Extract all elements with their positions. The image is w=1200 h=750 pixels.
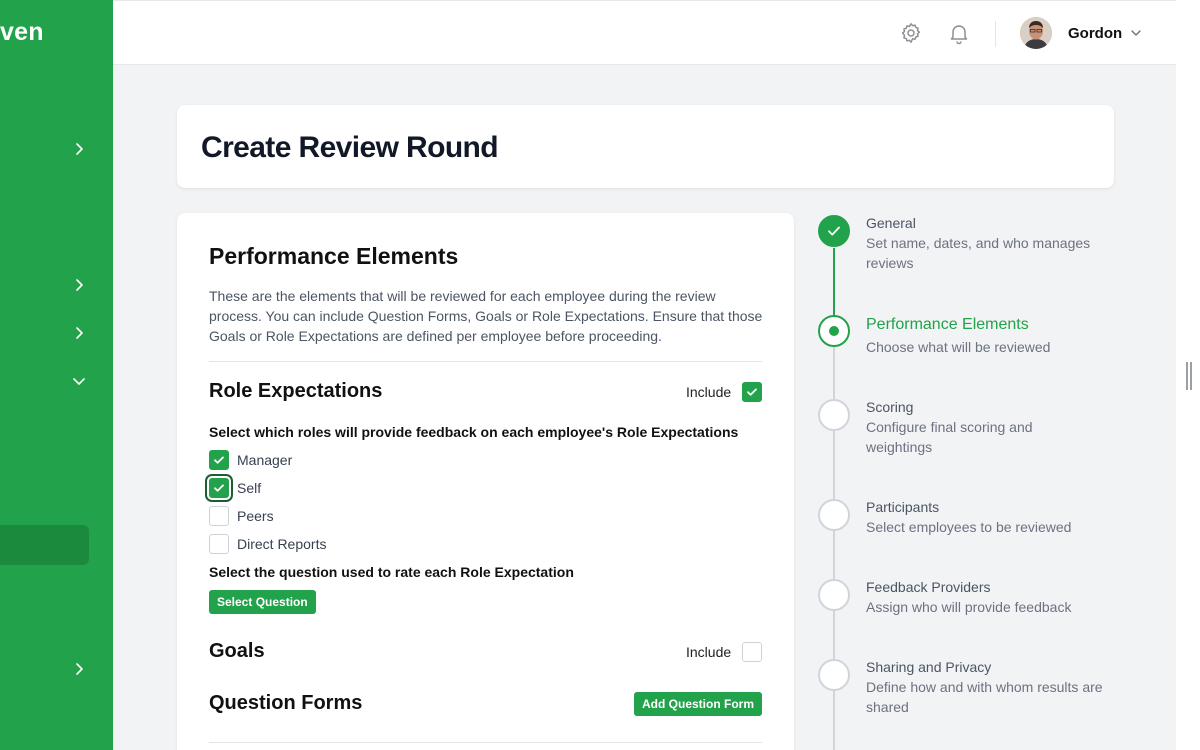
select-question-button[interactable]: Select Question <box>209 590 316 614</box>
role-label-peers: Peers <box>237 508 274 524</box>
step-indicator-pending <box>818 399 850 431</box>
roles-prompt: Select which roles will provide feedback… <box>209 424 739 440</box>
checkmark-icon <box>214 484 224 492</box>
section-description: These are the elements that will be revi… <box>209 288 763 344</box>
include-label: Include <box>686 384 732 400</box>
step-current-dot <box>829 326 839 336</box>
resize-grip[interactable] <box>1186 362 1188 390</box>
role-checkbox-direct-reports[interactable] <box>209 534 229 554</box>
resize-grip[interactable] <box>1190 362 1192 390</box>
user-name[interactable]: Gordon <box>1068 25 1122 42</box>
step-title-scoring[interactable]: Scoring <box>866 399 913 415</box>
role-checkbox-manager[interactable] <box>209 450 229 470</box>
step-title-participants[interactable]: Participants <box>866 499 939 515</box>
step-indicator-current <box>818 315 850 347</box>
role-expectations-include-checkbox[interactable] <box>742 382 762 402</box>
title-card: Create Review Round <box>177 105 1114 188</box>
step-desc-sharing-and-privacy: Define how and with whom results are sha… <box>866 679 1103 715</box>
role-checkbox-peers[interactable] <box>209 506 229 526</box>
chevron-down-icon[interactable] <box>71 373 87 389</box>
role-label-direct-reports: Direct Reports <box>237 536 327 552</box>
checkmark-icon <box>214 456 224 464</box>
goals-include-checkbox[interactable] <box>742 642 762 662</box>
step-title-feedback-providers[interactable]: Feedback Providers <box>866 579 991 595</box>
sidebar: ven <box>0 0 113 750</box>
divider <box>209 361 762 362</box>
chevron-down-icon[interactable] <box>1129 26 1143 40</box>
top-header: Gordon <box>113 0 1176 65</box>
step-desc-scoring: Configure final scoring and weightings <box>866 419 1033 455</box>
step-desc-feedback-providers: Assign who will provide feedback <box>866 599 1072 615</box>
section-title: Performance Elements <box>209 243 459 269</box>
scroll-area-edge <box>1176 0 1200 750</box>
role-label-manager: Manager <box>237 452 293 468</box>
role-checkbox-self[interactable] <box>209 478 229 498</box>
page-title: Create Review Round <box>201 131 499 164</box>
role-expectations-title: Role Expectations <box>209 380 383 402</box>
step-title-sharing-and-privacy[interactable]: Sharing and Privacy <box>866 659 991 675</box>
role-label-self: Self <box>237 480 262 496</box>
header-divider <box>995 21 996 47</box>
gear-icon[interactable] <box>899 21 923 45</box>
sidebar-item-active[interactable] <box>0 525 89 565</box>
step-desc-general: Set name, dates, and who manages reviews <box>866 235 1091 271</box>
brand-logo-text: ven <box>0 18 44 46</box>
goals-title: Goals <box>209 640 265 662</box>
question-prompt: Select the question used to rate each Ro… <box>209 564 574 580</box>
add-question-form-button[interactable]: Add Question Form <box>634 692 762 716</box>
step-indicator-pending <box>818 659 850 691</box>
bell-icon[interactable] <box>947 21 971 45</box>
chevron-right-icon[interactable] <box>71 277 87 293</box>
step-indicator-pending <box>818 499 850 531</box>
include-label: Include <box>686 644 732 660</box>
performance-elements-card: Performance Elements These are the eleme… <box>177 213 794 750</box>
step-desc-participants: Select employees to be reviewed <box>866 519 1072 535</box>
stepper-track-complete <box>833 248 835 316</box>
step-title-general[interactable]: General <box>866 215 916 231</box>
step-indicator-done <box>818 215 850 247</box>
checkmark-icon <box>747 388 757 396</box>
chevron-right-icon[interactable] <box>71 661 87 677</box>
question-forms-title: Question Forms <box>209 692 363 714</box>
avatar[interactable] <box>1020 17 1052 49</box>
step-desc-performance-elements: Choose what will be reviewed <box>866 339 1051 355</box>
step-title-performance-elements[interactable]: Performance Elements <box>866 316 1029 334</box>
divider <box>209 742 762 743</box>
chevron-right-icon[interactable] <box>71 325 87 341</box>
chevron-right-icon[interactable] <box>71 141 87 157</box>
checkmark-icon <box>828 226 840 236</box>
step-indicator-pending <box>818 579 850 611</box>
